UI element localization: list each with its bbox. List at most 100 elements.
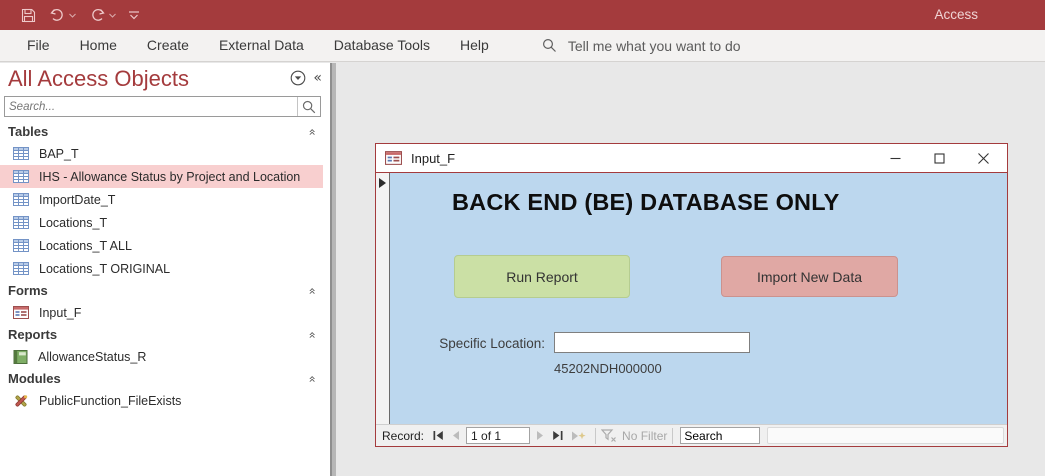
minimize-icon — [890, 157, 900, 159]
form-window-titlebar[interactable]: Input_F — [376, 144, 1007, 173]
form-canvas: BACK END (BE) DATABASE ONLY Run Report I… — [390, 173, 1007, 424]
section-label: Modules — [8, 371, 61, 386]
specific-location-label: Specific Location: — [439, 336, 545, 351]
last-record-icon — [553, 431, 563, 440]
no-filter-label: No Filter — [622, 428, 668, 443]
nav-item-importdate-t[interactable]: ImportDate_T — [0, 188, 323, 211]
no-filter-button: No Filter — [601, 429, 667, 443]
shutter-close-icon[interactable]: « — [313, 71, 322, 85]
tell-me-search[interactable]: Tell me what you want to do — [542, 38, 741, 54]
undo-button[interactable] — [46, 6, 79, 25]
maximize-button[interactable] — [917, 144, 961, 172]
tell-me-label: Tell me what you want to do — [567, 37, 741, 54]
nav-item-locations-t-original[interactable]: Locations_T ORIGINAL — [0, 257, 323, 280]
nav-item-ihs-allowance-status[interactable]: IHS - Allowance Status by Project and Lo… — [0, 165, 323, 188]
section-header-forms[interactable]: Forms « — [0, 280, 330, 301]
save-button[interactable] — [18, 6, 39, 25]
record-selector-bar[interactable] — [376, 173, 390, 424]
report-icon — [13, 349, 28, 364]
section-label: Tables — [8, 124, 49, 139]
new-record-button — [567, 431, 590, 441]
run-report-label: Run Report — [506, 268, 578, 285]
nav-pane-title: All Access Objects — [8, 66, 189, 91]
undo-icon — [50, 8, 63, 21]
form-icon — [385, 151, 402, 165]
last-record-button[interactable] — [548, 431, 567, 440]
nav-search-input[interactable] — [5, 100, 297, 113]
run-report-button[interactable]: Run Report — [454, 255, 630, 298]
section-header-tables[interactable]: Tables « — [0, 121, 330, 142]
previous-record-icon — [453, 431, 460, 440]
import-new-data-label: Import New Data — [756, 268, 863, 285]
tab-database-tools[interactable]: Database Tools — [319, 30, 445, 61]
maximize-icon — [933, 152, 945, 164]
redo-button[interactable] — [86, 6, 119, 25]
form-heading: BACK END (BE) DATABASE ONLY — [452, 189, 840, 215]
nav-item-label: ImportDate_T — [39, 192, 116, 207]
nav-item-label: IHS - Allowance Status by Project and Lo… — [39, 169, 301, 184]
table-icon — [13, 193, 29, 206]
section-label: Reports — [8, 327, 58, 342]
table-icon — [13, 147, 29, 160]
search-icon — [302, 100, 316, 113]
collapse-section-icon: « — [305, 286, 320, 295]
specific-location-input[interactable] — [554, 332, 750, 353]
nav-item-bap-t[interactable]: BAP_T — [0, 142, 323, 165]
nav-item-label: Input_F — [39, 305, 82, 320]
tab-create[interactable]: Create — [132, 30, 204, 61]
separator — [595, 427, 597, 444]
close-button[interactable] — [961, 144, 1005, 172]
redo-icon — [92, 8, 105, 21]
next-record-button — [532, 431, 548, 440]
next-record-icon — [537, 431, 544, 440]
separator — [672, 427, 674, 444]
nav-item-label: Locations_T ALL — [39, 238, 132, 253]
module-icon — [15, 394, 28, 407]
redo-dropdown-icon — [109, 13, 116, 18]
record-navigation-bar: Record: 1 of 1 No Filter — [376, 424, 1007, 446]
tab-help[interactable]: Help — [445, 30, 504, 61]
section-header-reports[interactable]: Reports « — [0, 324, 330, 345]
first-record-icon — [433, 431, 443, 440]
form-icon — [13, 306, 29, 319]
customize-quick-access-button[interactable] — [126, 9, 142, 22]
nav-item-locations-t-all[interactable]: Locations_T ALL — [0, 234, 323, 257]
section-header-modules[interactable]: Modules « — [0, 368, 330, 389]
nav-item-locations-t[interactable]: Locations_T — [0, 211, 323, 234]
record-search-input[interactable] — [680, 427, 761, 444]
minimize-button[interactable] — [873, 144, 917, 172]
form-window-title: Input_F — [411, 150, 456, 166]
new-record-icon — [572, 431, 586, 440]
record-position-box[interactable]: 1 of 1 — [466, 427, 531, 444]
close-icon — [977, 152, 989, 164]
first-record-button[interactable] — [429, 431, 448, 440]
table-icon — [13, 239, 29, 252]
tab-external-data[interactable]: External Data — [204, 30, 319, 61]
nav-item-label: BAP_T — [39, 146, 79, 161]
nav-pane-menu-icon[interactable] — [290, 70, 306, 86]
import-new-data-button[interactable]: Import New Data — [721, 256, 898, 297]
collapse-section-icon: « — [305, 374, 320, 383]
tab-home[interactable]: Home — [65, 30, 132, 61]
filter-icon — [601, 429, 616, 442]
nav-pane-header: All Access Objects « — [0, 63, 330, 94]
nav-search-box — [4, 96, 321, 117]
horizontal-scrollbar[interactable] — [767, 427, 1004, 444]
nav-item-label: Locations_T ORIGINAL — [39, 261, 171, 276]
form-window-input-f: Input_F BACK END (BE) DATABASE ONLY Run … — [375, 143, 1008, 447]
nav-search-button[interactable] — [297, 97, 320, 116]
previous-record-button — [448, 431, 464, 440]
collapse-section-icon: « — [305, 127, 320, 136]
save-icon — [21, 8, 36, 22]
undo-dropdown-icon — [69, 13, 76, 18]
search-icon — [542, 38, 556, 52]
nav-item-input-f[interactable]: Input_F — [0, 301, 323, 324]
nav-item-allowancestatus-r[interactable]: AllowanceStatus_R — [0, 345, 323, 368]
app-titlebar: Access — [0, 0, 1045, 30]
collapse-section-icon: « — [305, 330, 320, 339]
ribbon-tab-row: File Home Create External Data Database … — [0, 30, 1045, 62]
nav-item-label: AllowanceStatus_R — [38, 349, 147, 364]
nav-item-label: PublicFunction_FileExists — [39, 393, 182, 408]
tab-file[interactable]: File — [12, 30, 65, 61]
nav-item-publicfunction-fileexists[interactable]: PublicFunction_FileExists — [0, 389, 323, 412]
